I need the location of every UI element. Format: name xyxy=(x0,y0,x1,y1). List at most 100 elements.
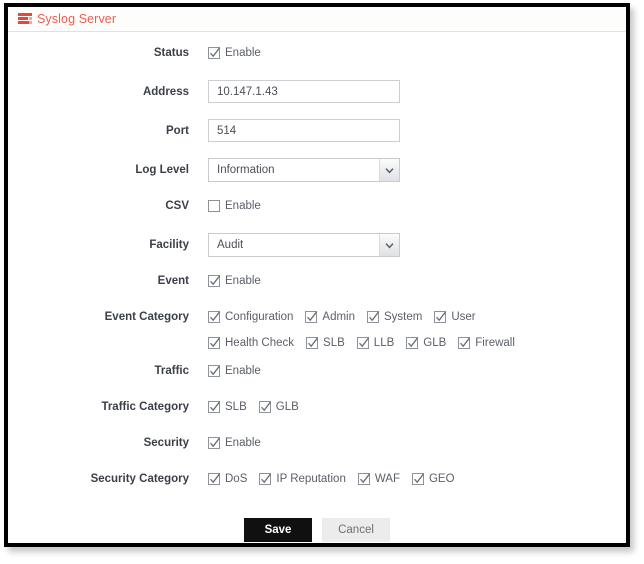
facility-selected-value: Audit xyxy=(217,239,244,251)
checkbox-label: LLB xyxy=(373,337,395,349)
checkbox-label: DoS xyxy=(225,473,248,485)
checkbox-box-icon xyxy=(367,311,380,323)
checkbox-label: Firewall xyxy=(475,337,515,349)
checkbox-box-icon xyxy=(258,401,271,413)
checkbox-event-category-slb[interactable]: SLB xyxy=(306,334,345,352)
checkbox-label: WAF xyxy=(374,473,400,485)
form-row-traffic-category: Traffic Category SLB GLB xyxy=(8,398,626,434)
form-row-event-category: Event Category Configuration Admin System U… xyxy=(8,308,626,362)
checkbox-box-icon xyxy=(208,275,221,287)
control-status: Enable xyxy=(208,44,626,62)
checkbox-label: GLB xyxy=(275,401,299,413)
checkbox-event-category-admin[interactable]: Admin xyxy=(305,308,355,326)
checkbox-event-category-firewall[interactable]: Firewall xyxy=(458,334,515,352)
checkbox-label: Enable xyxy=(225,275,261,287)
checkbox-event-category-llb[interactable]: LLB xyxy=(356,334,395,352)
checkbox-box-icon xyxy=(411,473,425,485)
checkbox-box-icon xyxy=(357,473,370,485)
event-checkbox-group: Enable xyxy=(208,272,626,290)
checkbox-box-icon xyxy=(208,365,221,377)
checkbox-box-icon xyxy=(434,311,447,323)
checkbox-event-enable[interactable]: Enable xyxy=(208,272,261,290)
form-row-facility: Facility Audit xyxy=(8,233,626,272)
form-row-security: Security Enable xyxy=(8,434,626,470)
checkbox-box-icon xyxy=(208,401,221,413)
form-row-status: Status Enable xyxy=(8,44,626,80)
chevron-down-icon[interactable] xyxy=(379,234,399,256)
checkbox-security-category-dos[interactable]: DoS xyxy=(208,470,247,488)
checkbox-event-category-glb[interactable]: GLB xyxy=(406,334,446,352)
control-security-category: DoS IP Reputation WAF GEO xyxy=(208,470,626,488)
checkbox-box-icon xyxy=(406,337,419,349)
checkbox-label: Enable xyxy=(225,365,261,377)
control-facility: Audit xyxy=(208,233,626,257)
port-input[interactable] xyxy=(208,119,400,142)
checkbox-security-category-waf[interactable]: WAF xyxy=(357,470,400,488)
checkbox-status-enable[interactable]: Enable xyxy=(208,44,261,62)
checkbox-csv-enable[interactable]: Enable xyxy=(208,197,261,215)
page-title: Syslog Server xyxy=(37,12,117,26)
form-row-traffic: Traffic Enable xyxy=(8,362,626,398)
label-port: Port xyxy=(166,125,189,137)
checkbox-event-category-user[interactable]: User xyxy=(434,308,476,326)
checkbox-label: Enable xyxy=(225,200,261,212)
control-address xyxy=(208,80,626,103)
save-button[interactable]: Save xyxy=(244,518,312,542)
checkbox-event-category-health-check[interactable]: Health Check xyxy=(208,334,294,352)
checkbox-label: Health Check xyxy=(225,337,295,349)
dialog-action-bar: Save Cancel xyxy=(8,518,626,542)
control-port xyxy=(208,119,626,142)
server-log-icon xyxy=(18,13,32,25)
label-csv: CSV xyxy=(165,200,189,212)
form-row-port: Port xyxy=(8,119,626,158)
cancel-button[interactable]: Cancel xyxy=(322,518,390,542)
form-row-csv: CSV Enable xyxy=(8,197,626,233)
checkbox-event-category-configuration[interactable]: Configuration xyxy=(208,308,293,326)
address-input[interactable] xyxy=(208,80,400,103)
control-traffic: Enable xyxy=(208,362,626,380)
checkbox-box-icon xyxy=(208,311,221,323)
control-csv: Enable xyxy=(208,197,626,215)
control-traffic-category: SLB GLB xyxy=(208,398,626,416)
checkbox-box-icon xyxy=(458,337,471,349)
control-log-level: Information xyxy=(208,158,626,182)
checkbox-box-icon xyxy=(356,337,369,349)
form-row-security-category: Security Category DoS IP Reputation WAF GEO xyxy=(8,470,626,506)
label-traffic-category: Traffic Category xyxy=(101,401,189,413)
log-level-selected-value: Information xyxy=(217,164,275,176)
checkbox-label: Admin xyxy=(322,311,356,323)
checkbox-traffic-category-slb[interactable]: SLB xyxy=(208,398,247,416)
dialog-title-bar: Syslog Server xyxy=(8,7,626,32)
control-event-category: Configuration Admin System User Health Check… xyxy=(208,308,626,360)
checkbox-security-category-geo[interactable]: GEO xyxy=(411,470,455,488)
chevron-down-icon[interactable] xyxy=(379,159,399,181)
checkbox-box-icon xyxy=(305,311,318,323)
checkbox-label: Enable xyxy=(225,47,261,59)
checkbox-traffic-enable[interactable]: Enable xyxy=(208,362,261,380)
checkbox-security-enable[interactable]: Enable xyxy=(208,434,261,452)
form-row-event: Event Enable xyxy=(8,272,626,308)
label-security-category: Security Category xyxy=(90,473,189,485)
checkbox-label: System xyxy=(384,311,423,323)
event-category-checkbox-group: Configuration Admin System User Health Check… xyxy=(208,308,578,360)
label-traffic: Traffic xyxy=(154,365,189,377)
label-event: Event xyxy=(157,275,189,287)
traffic-checkbox-group: Enable xyxy=(208,362,626,380)
checkbox-event-category-system[interactable]: System xyxy=(367,308,422,326)
checkbox-label: User xyxy=(451,311,476,323)
checkbox-label: SLB xyxy=(225,401,247,413)
control-security: Enable xyxy=(208,434,626,452)
checkbox-box-icon xyxy=(306,337,319,349)
checkbox-label: Configuration xyxy=(225,311,294,323)
checkbox-traffic-category-glb[interactable]: GLB xyxy=(258,398,299,416)
checkbox-label: GLB xyxy=(423,337,447,349)
facility-select[interactable]: Audit xyxy=(208,233,400,257)
syslog-server-dialog: Syslog Server Status Enable Address 10.1… xyxy=(4,3,630,547)
checkbox-security-category-ip-reputation[interactable]: IP Reputation xyxy=(259,470,346,488)
label-facility: Facility xyxy=(149,239,189,251)
log-level-select[interactable]: Information xyxy=(208,158,400,182)
csv-checkbox-group: Enable xyxy=(208,197,626,215)
checkbox-box-icon xyxy=(208,437,221,449)
security-category-checkbox-group: DoS IP Reputation WAF GEO xyxy=(208,470,626,488)
checkbox-box-icon xyxy=(208,200,220,212)
